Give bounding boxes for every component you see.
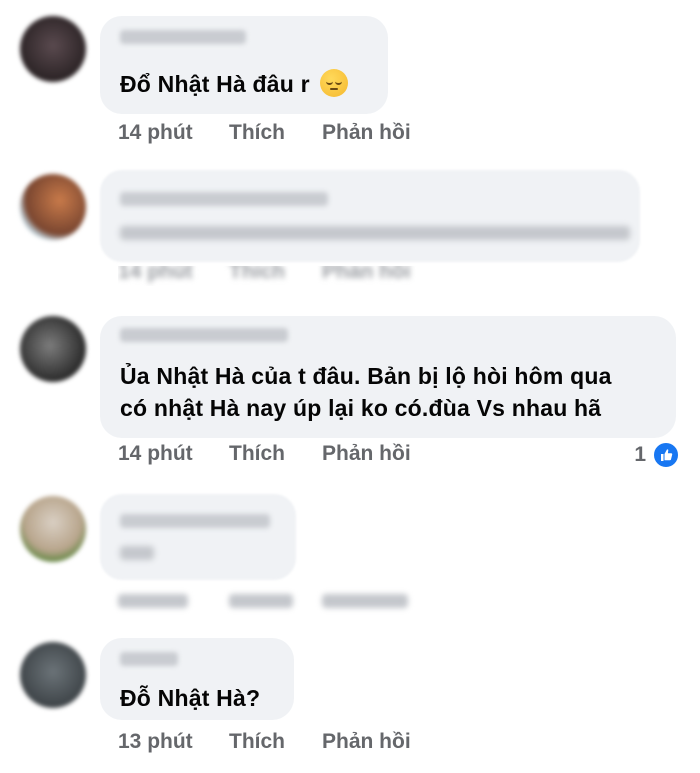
comment-text <box>120 546 154 560</box>
comment-bubble: Đổ Nhật Hà đâu r <box>100 16 388 114</box>
comment-text: Đỗ Nhật Hà? <box>120 685 261 711</box>
like-icon <box>652 441 680 469</box>
comment-text-line: Ủa Nhật Hà của t đâu. Bản bị lộ hòi hôm … <box>120 363 612 389</box>
avatar[interactable] <box>20 642 86 708</box>
like-button[interactable]: Thích <box>229 266 285 284</box>
reply-button[interactable]: Phản hồi <box>322 442 411 466</box>
comment-actions: 14 phút Thích Phản hồi <box>118 266 478 286</box>
comment-bubble <box>100 170 640 262</box>
timestamp[interactable]: 14 phút <box>118 266 193 284</box>
like-button[interactable]: Thích <box>229 121 285 145</box>
comment-actions: 13 phút Thích Phản hồi <box>118 730 478 756</box>
reply-button[interactable]: Phản hồi <box>322 121 411 145</box>
like-button[interactable]: Thích <box>229 730 285 754</box>
avatar[interactable] <box>20 16 86 82</box>
comment-bubble: Đỗ Nhật Hà? <box>100 638 294 720</box>
comment-text <box>120 226 630 240</box>
comment-bubble <box>100 494 296 580</box>
reaction-summary[interactable]: 1 <box>610 441 680 469</box>
timestamp[interactable]: 13 phút <box>118 730 193 754</box>
avatar[interactable] <box>20 316 86 382</box>
timestamp[interactable]: 14 phút <box>118 121 193 145</box>
comment-actions <box>118 590 418 610</box>
comment-actions: 14 phút Thích Phản hồi <box>118 121 478 147</box>
author-name[interactable] <box>120 192 328 206</box>
comment-text-line: có nhật Hà nay úp lại ko có.đùa Vs nhau … <box>120 395 602 421</box>
reply-button[interactable]: Phản hồi <box>322 266 411 284</box>
like-button[interactable] <box>229 594 293 608</box>
author-name[interactable] <box>120 652 178 666</box>
timestamp[interactable] <box>118 594 188 608</box>
comment-text: Đổ Nhật Hà đâu r <box>120 68 349 100</box>
pensive-face-icon <box>320 69 349 97</box>
author-name[interactable] <box>120 514 270 528</box>
like-button[interactable]: Thích <box>229 442 285 466</box>
comment-actions: 14 phút Thích Phản hồi <box>118 442 478 468</box>
reply-button[interactable]: Phản hồi <box>322 730 411 754</box>
timestamp[interactable]: 14 phút <box>118 442 193 466</box>
author-name[interactable] <box>120 328 288 342</box>
avatar[interactable] <box>20 496 86 562</box>
avatar[interactable] <box>20 174 86 240</box>
author-name[interactable] <box>120 30 246 44</box>
comment-bubble: Ủa Nhật Hà của t đâu. Bản bị lộ hòi hôm … <box>100 316 676 438</box>
reply-button[interactable] <box>322 594 408 608</box>
reaction-count: 1 <box>634 443 646 466</box>
